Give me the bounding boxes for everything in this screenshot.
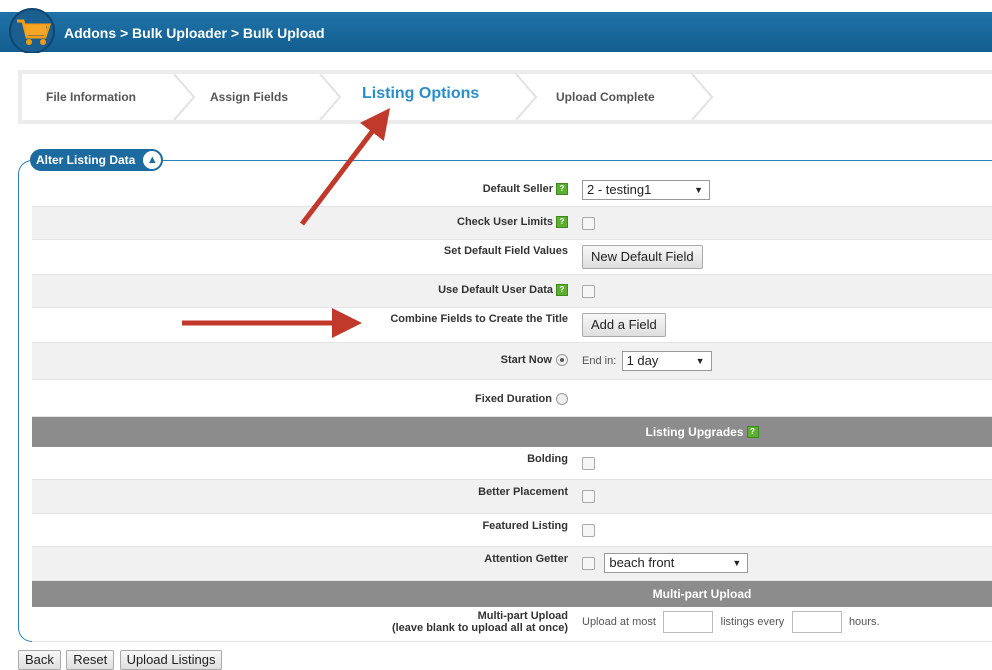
listings-every-label: listings every bbox=[720, 616, 785, 629]
add-field-button[interactable]: Add a Field bbox=[582, 313, 666, 337]
chevron-down-icon: ▼ bbox=[695, 356, 705, 366]
end-in-select[interactable]: 1 day ▼ bbox=[621, 351, 712, 371]
row-featured-listing: Featured Listing bbox=[32, 514, 992, 547]
panel-legend-label: Alter Listing Data bbox=[36, 153, 136, 167]
row-bolding: Bolding bbox=[32, 447, 992, 480]
fixed-duration-label: Fixed Duration bbox=[474, 393, 552, 405]
new-default-field-button[interactable]: New Default Field bbox=[582, 245, 703, 269]
row-multipart-upload: Multi-part Upload (leave blank to upload… bbox=[32, 607, 992, 642]
form-rows: Default Seller? 2 - testing1 ▼ Check User… bbox=[32, 174, 992, 642]
hours-label: hours. bbox=[848, 616, 880, 629]
chevron-down-icon: ▼ bbox=[732, 558, 742, 568]
panel-legend[interactable]: Alter Listing Data ▲ bbox=[30, 149, 164, 171]
use-default-user-data-label: Use Default User Data bbox=[438, 284, 553, 296]
end-in-label: End in: bbox=[582, 355, 617, 367]
fixed-duration-radio[interactable] bbox=[556, 393, 568, 405]
listing-upgrades-title: Listing Upgrades bbox=[645, 425, 744, 439]
help-icon[interactable]: ? bbox=[556, 183, 568, 195]
start-now-radio[interactable] bbox=[556, 354, 568, 366]
bolding-checkbox[interactable] bbox=[582, 457, 595, 470]
check-user-limits-label: Check User Limits bbox=[457, 216, 553, 228]
row-check-user-limits: Check User Limits? bbox=[32, 207, 992, 240]
upload-listings-button[interactable]: Upload Listings bbox=[119, 650, 223, 670]
row-default-seller: Default Seller? 2 - testing1 ▼ bbox=[32, 174, 992, 207]
breadcrumb: Addons > Bulk Uploader > Bulk Upload bbox=[64, 25, 325, 41]
row-fixed-duration: Fixed Duration bbox=[32, 380, 992, 417]
step-separator-icon bbox=[319, 74, 342, 120]
step-file-information[interactable]: File Information bbox=[46, 74, 136, 120]
step-assign-fields[interactable]: Assign Fields bbox=[210, 74, 288, 120]
combine-fields-label: Combine Fields to Create the Title bbox=[390, 313, 568, 325]
featured-listing-checkbox[interactable] bbox=[582, 524, 595, 537]
use-default-user-data-checkbox[interactable] bbox=[582, 285, 595, 298]
default-seller-select[interactable]: 2 - testing1 ▼ bbox=[582, 180, 710, 200]
row-combine-fields: Combine Fields to Create the Title Add a… bbox=[32, 308, 992, 343]
collapse-icon[interactable]: ▲ bbox=[143, 151, 162, 169]
multipart-upload-title: Multi-part Upload bbox=[652, 587, 752, 601]
back-button[interactable]: Back bbox=[18, 650, 61, 670]
help-icon[interactable]: ? bbox=[556, 216, 568, 228]
better-placement-checkbox[interactable] bbox=[582, 490, 595, 503]
help-icon[interactable]: ? bbox=[556, 284, 568, 296]
attention-getter-label: Attention Getter bbox=[484, 553, 568, 565]
header-bar: Addons > Bulk Uploader > Bulk Upload bbox=[0, 12, 992, 52]
reset-button[interactable]: Reset bbox=[66, 650, 115, 670]
upload-at-most-input[interactable] bbox=[663, 611, 714, 633]
start-now-label: Start Now bbox=[500, 354, 552, 366]
step-upload-complete[interactable]: Upload Complete bbox=[556, 74, 655, 120]
multipart-upload-hint: (leave blank to upload all at once) bbox=[391, 622, 568, 634]
step-separator-icon bbox=[173, 74, 196, 120]
listing-upgrades-header: Listing Upgrades? bbox=[32, 417, 992, 447]
attention-getter-select[interactable]: beach front ▼ bbox=[604, 553, 749, 573]
bolding-label: Bolding bbox=[527, 453, 568, 465]
check-user-limits-checkbox[interactable] bbox=[582, 217, 595, 230]
row-attention-getter: Attention Getter beach front ▼ bbox=[32, 547, 992, 581]
row-use-default-user-data: Use Default User Data? bbox=[32, 275, 992, 308]
wizard-steps: File Information Assign Fields Listing O… bbox=[18, 70, 992, 124]
chevron-down-icon: ▼ bbox=[694, 185, 703, 195]
step-listing-options[interactable]: Listing Options bbox=[362, 74, 479, 120]
cart-logo-icon bbox=[9, 8, 55, 53]
multipart-upload-header: Multi-part Upload bbox=[32, 581, 992, 607]
set-default-field-values-label: Set Default Field Values bbox=[443, 245, 568, 257]
row-set-default-field-values: Set Default Field Values New Default Fie… bbox=[32, 240, 992, 275]
hours-input[interactable] bbox=[791, 611, 842, 633]
upload-at-most-label: Upload at most bbox=[582, 616, 656, 629]
row-better-placement: Better Placement bbox=[32, 480, 992, 514]
row-start-now: Start Now End in: 1 day ▼ bbox=[32, 343, 992, 380]
default-seller-label: Default Seller bbox=[482, 183, 553, 195]
multipart-upload-label: Multi-part Upload bbox=[477, 610, 568, 622]
step-separator-icon bbox=[691, 74, 714, 120]
help-icon[interactable]: ? bbox=[746, 426, 759, 438]
bottom-actions: Back Reset Upload Listings bbox=[18, 650, 224, 670]
featured-listing-label: Featured Listing bbox=[482, 520, 568, 532]
step-separator-icon bbox=[515, 74, 538, 120]
attention-getter-checkbox[interactable] bbox=[582, 556, 595, 570]
better-placement-label: Better Placement bbox=[478, 486, 568, 498]
